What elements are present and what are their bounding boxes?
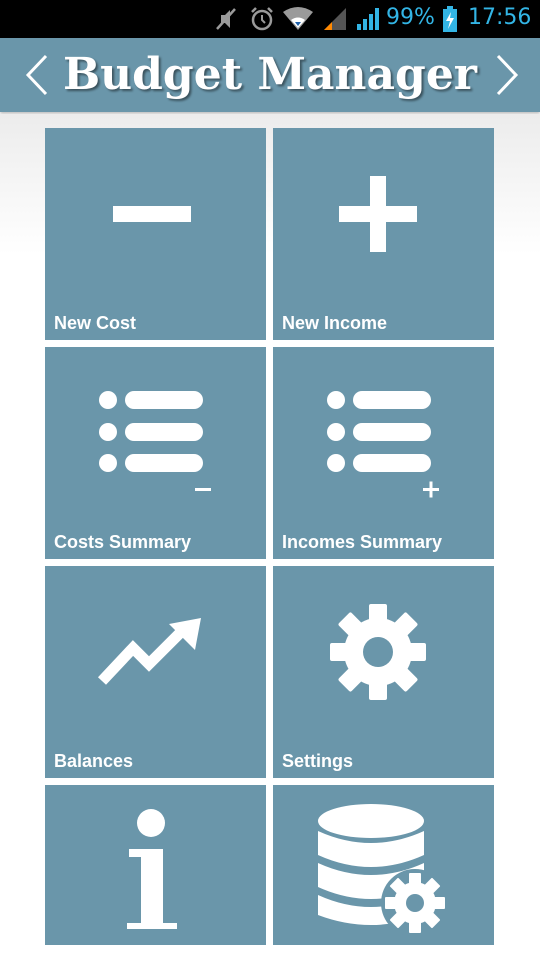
- list-minus-icon: [99, 391, 211, 491]
- mute-icon: [216, 8, 236, 30]
- alarm-icon: [251, 7, 273, 31]
- info-tile[interactable]: [45, 785, 266, 945]
- status-clock: 17:56: [468, 5, 532, 30]
- list-plus-icon: [327, 391, 439, 498]
- battery-percent: 99%: [386, 5, 435, 30]
- new-income-label: New Income: [282, 313, 388, 333]
- balances-label: Balances: [54, 751, 134, 771]
- page-title: Budget Manager: [62, 49, 477, 100]
- wifi-icon: [283, 7, 313, 30]
- battery-charging-icon: [443, 6, 457, 32]
- gear-icon: [330, 604, 426, 700]
- plus-icon: [339, 176, 417, 252]
- signal-strong-icon: [357, 8, 379, 30]
- database-settings-tile[interactable]: [273, 785, 494, 945]
- info-icon: [127, 809, 177, 929]
- signal-weak-icon: [324, 8, 346, 30]
- trend-up-icon: [97, 618, 201, 685]
- chevron-right-icon[interactable]: [492, 54, 522, 96]
- balances-tile[interactable]: Balances: [45, 566, 266, 778]
- incomes-summary-tile[interactable]: Incomes Summary: [273, 347, 494, 559]
- incomes-summary-label: Incomes Summary: [282, 532, 443, 552]
- status-bar: 99% 17:56: [0, 0, 540, 38]
- costs-summary-label: Costs Summary: [54, 532, 192, 552]
- costs-summary-tile[interactable]: Costs Summary: [45, 347, 266, 559]
- new-cost-tile[interactable]: New Cost: [45, 128, 266, 340]
- app-header: Budget Manager: [0, 38, 540, 112]
- settings-label: Settings: [282, 751, 354, 771]
- main-content: New Cost New Income Costs Summary Income…: [0, 114, 540, 960]
- new-income-tile[interactable]: New Income: [273, 128, 494, 340]
- minus-icon: [113, 206, 191, 222]
- database-settings-icon: [318, 804, 449, 937]
- new-cost-label: New Cost: [54, 313, 137, 333]
- settings-tile[interactable]: Settings: [273, 566, 494, 778]
